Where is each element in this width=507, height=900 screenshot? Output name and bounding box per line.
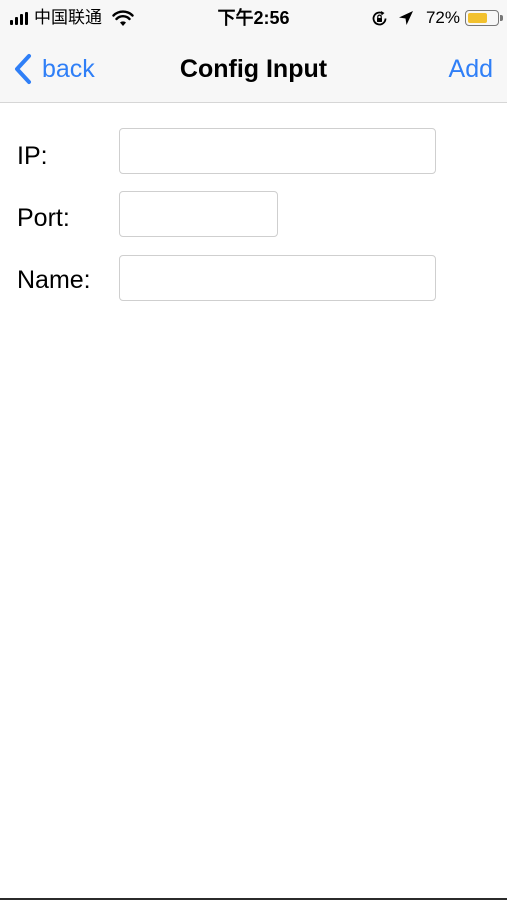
rotation-lock-icon [372,10,387,25]
location-arrow-icon [398,11,413,25]
port-label: Port: [17,204,70,232]
port-input[interactable] [119,191,278,237]
ip-input[interactable] [119,128,436,174]
status-bar: 中国联通 下午2:56 72% [0,0,507,36]
battery-level-fill [468,13,487,23]
battery-icon [465,10,503,26]
page-title: Config Input [179,55,328,83]
add-button[interactable]: Add [449,52,493,86]
battery-percent: 72% [425,8,460,27]
navigation-bar: back Config Input Add [0,36,507,103]
battery-cap [500,15,503,21]
ip-label: IP: [17,142,48,170]
name-input[interactable] [119,255,436,301]
status-right: 72% [371,8,503,28]
name-label: Name: [17,266,91,294]
